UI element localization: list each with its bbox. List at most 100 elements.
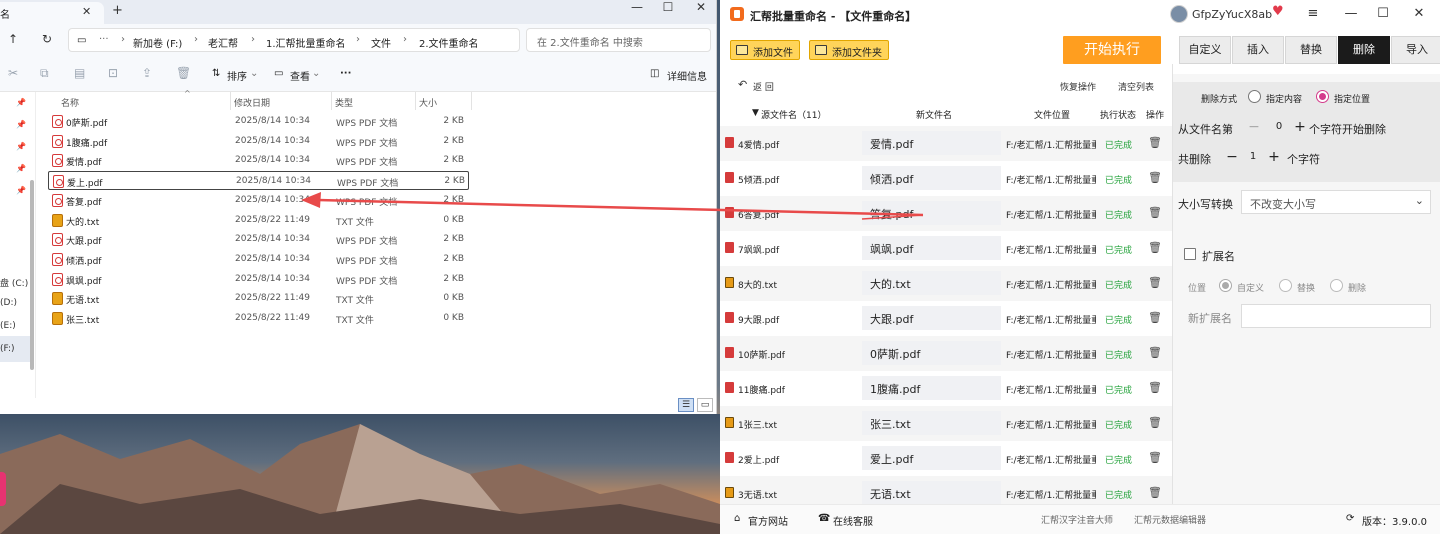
start-position-value[interactable]: 0 <box>1269 121 1289 132</box>
breadcrumb-file-rename[interactable]: 2.文件重命名 <box>419 35 479 50</box>
increment-icon[interactable]: + <box>1267 148 1281 166</box>
details-button[interactable]: 详细信息 <box>667 68 707 83</box>
breadcrumb-files[interactable]: 文件 <box>371 35 391 50</box>
table-row[interactable]: 1腹痛.pdf 2025/8/14 10:34 WPS PDF 文档 2 KB <box>48 132 469 151</box>
nav-scrollbar[interactable] <box>30 180 34 370</box>
radio-specify-position[interactable] <box>1316 90 1329 103</box>
share-icon[interactable]: ⇪ <box>142 66 152 80</box>
explorer-tab[interactable]: 名 ✕ <box>0 2 104 24</box>
extension-checkbox[interactable] <box>1184 248 1196 260</box>
table-row[interactable]: 倾洒.pdf 2025/8/14 10:34 WPS PDF 文档 2 KB <box>48 250 469 269</box>
table-row[interactable]: 6答复.pdf 答复.pdf F:/老汇帮/1.汇帮批量重 已完成 🗑 <box>720 196 1172 231</box>
trash-icon[interactable]: 🗑 <box>1148 381 1162 394</box>
nav-drive-e[interactable]: (E:) <box>0 321 16 331</box>
desktop-app-icon[interactable] <box>0 472 6 506</box>
table-row[interactable]: 无语.txt 2025/8/22 11:49 TXT 文件 0 KB <box>48 289 469 308</box>
trash-icon[interactable]: 🗑 <box>1148 276 1162 289</box>
cut-icon[interactable]: ✂ <box>8 66 18 80</box>
close-window-icon[interactable]: ✕ <box>686 0 716 14</box>
column-divider[interactable] <box>331 92 332 110</box>
column-divider[interactable] <box>471 92 472 110</box>
trash-icon[interactable]: 🗑 <box>1148 206 1162 219</box>
tab-delete[interactable]: 删除 <box>1338 36 1390 64</box>
avatar[interactable] <box>1170 5 1188 23</box>
radio-ext-replace[interactable] <box>1279 279 1292 292</box>
table-row[interactable]: 1张三.txt 张三.txt F:/老汇帮/1.汇帮批量重 已完成 🗑 <box>720 406 1172 441</box>
column-source-name[interactable]: 源文件名（11） <box>761 108 826 121</box>
trash-icon[interactable]: 🗑 <box>1148 136 1162 149</box>
new-tab-icon[interactable]: + <box>112 3 123 18</box>
table-row[interactable]: 答复.pdf 2025/8/14 10:34 WPS PDF 文档 2 KB <box>48 191 469 210</box>
table-row[interactable]: 爱情.pdf 2025/8/14 10:34 WPS PDF 文档 2 KB <box>48 151 469 170</box>
minimize-icon[interactable]: — <box>622 0 652 14</box>
tab-replace[interactable]: 替换 <box>1285 36 1337 64</box>
rename-icon[interactable]: ⊡ <box>108 66 118 80</box>
copy-icon[interactable]: ⧉ <box>40 66 49 81</box>
minimize-icon[interactable]: — <box>1340 6 1362 21</box>
trash-icon[interactable]: 🗑 <box>1148 486 1162 499</box>
view-button[interactable]: 查看 <box>290 68 310 83</box>
more-options-button[interactable]: ··· <box>340 68 351 79</box>
table-row[interactable]: 4爱情.pdf 爱情.pdf F:/老汇帮/1.汇帮批量重 已完成 🗑 <box>720 126 1172 161</box>
column-divider[interactable] <box>230 92 231 110</box>
maximize-icon[interactable]: ☐ <box>653 0 683 14</box>
address-bar[interactable]: ▭ ··· › 新加卷 (F:) › 老汇帮 › 1.汇帮批量重命名 › 文件 … <box>68 28 520 52</box>
column-name[interactable]: 名称 <box>61 96 79 109</box>
back-icon[interactable]: ↶ <box>738 78 747 91</box>
table-row[interactable]: 飒飒.pdf 2025/8/14 10:34 WPS PDF 文档 2 KB <box>48 270 469 289</box>
radio-ext-custom[interactable] <box>1219 279 1232 292</box>
decrement-icon[interactable]: − <box>1225 148 1239 166</box>
refresh-icon[interactable]: ↻ <box>42 32 52 46</box>
clear-list-button[interactable]: 清空列表 <box>1118 80 1154 93</box>
back-button[interactable]: 返 回 <box>753 80 774 93</box>
trash-icon[interactable]: 🗑 <box>1148 451 1162 464</box>
paste-icon[interactable]: ▤ <box>74 66 85 80</box>
table-row[interactable]: 0萨斯.pdf 2025/8/14 10:34 WPS PDF 文档 2 KB <box>48 112 469 131</box>
table-row[interactable]: 2爱上.pdf 爱上.pdf F:/老汇帮/1.汇帮批量重 已完成 🗑 <box>720 441 1172 476</box>
table-row[interactable]: 9大跟.pdf 大跟.pdf F:/老汇帮/1.汇帮批量重 已完成 🗑 <box>720 301 1172 336</box>
close-window-icon[interactable]: ✕ <box>1408 6 1430 21</box>
ellipsis-icon[interactable]: ··· <box>99 34 109 45</box>
trash-icon[interactable]: 🗑 <box>1148 171 1162 184</box>
start-execute-button[interactable]: 开始执行 <box>1063 36 1161 64</box>
trash-icon[interactable]: 🗑 <box>1148 311 1162 324</box>
nav-drive-f[interactable]: (F:) <box>0 344 15 354</box>
tiles-view-icon[interactable]: ▭ <box>697 398 713 412</box>
delete-count-stepper[interactable]: − 1 + <box>1225 148 1293 168</box>
add-folder-button[interactable]: 添加文件夹 <box>809 40 889 60</box>
details-view-icon[interactable]: ☰ <box>678 398 694 412</box>
table-row[interactable]: 10萨斯.pdf 0萨斯.pdf F:/老汇帮/1.汇帮批量重 已完成 🗑 <box>720 336 1172 371</box>
close-tab-icon[interactable]: ✕ <box>82 5 91 18</box>
increment-icon[interactable]: + <box>1293 118 1307 136</box>
breadcrumb-drive[interactable]: 新加卷 (F:) <box>133 35 182 50</box>
radio-ext-delete[interactable] <box>1330 279 1343 292</box>
delete-count-value[interactable]: 1 <box>1243 151 1263 162</box>
nav-drive-d[interactable]: (D:) <box>0 298 17 308</box>
pinyin-tool-link[interactable]: 汇帮汉字注音大师 <box>1041 513 1113 526</box>
delete-icon[interactable]: 🗑 <box>176 66 191 80</box>
trash-icon[interactable]: 🗑 <box>1148 416 1162 429</box>
breadcrumb-rename-tool[interactable]: 1.汇帮批量重命名 <box>266 35 346 50</box>
column-type[interactable]: 类型 <box>335 96 353 109</box>
online-service-link[interactable]: 在线客服 <box>833 513 873 528</box>
tab-insert[interactable]: 插入 <box>1232 36 1284 64</box>
tab-import[interactable]: 导入 <box>1391 36 1440 64</box>
decrement-icon[interactable]: − <box>1247 118 1261 136</box>
metadata-tool-link[interactable]: 汇帮元数据编辑器 <box>1134 513 1206 526</box>
table-row[interactable]: 张三.txt 2025/8/22 11:49 TXT 文件 0 KB <box>48 309 469 328</box>
case-conversion-select[interactable]: 不改变大小写 ⌄ <box>1241 190 1431 214</box>
maximize-icon[interactable]: ☐ <box>1372 6 1394 21</box>
table-row[interactable]: 爱上.pdf 2025/8/14 10:34 WPS PDF 文档 2 KB <box>48 171 469 191</box>
search-input[interactable]: 在 2.文件重命名 中搜索 <box>526 28 711 52</box>
radio-specify-content[interactable] <box>1248 90 1261 103</box>
official-site-link[interactable]: 官方网站 <box>748 513 788 528</box>
trash-icon[interactable]: 🗑 <box>1148 241 1162 254</box>
table-row[interactable]: 大跟.pdf 2025/8/14 10:34 WPS PDF 文档 2 KB <box>48 230 469 249</box>
table-row[interactable]: 8大的.txt 大的.txt F:/老汇帮/1.汇帮批量重 已完成 🗑 <box>720 266 1172 301</box>
sort-button[interactable]: 排序 <box>227 68 247 83</box>
menu-icon[interactable]: ≡ <box>1302 6 1324 21</box>
trash-icon[interactable]: 🗑 <box>1148 346 1162 359</box>
tab-custom[interactable]: 自定义 <box>1179 36 1231 64</box>
add-file-button[interactable]: 添加文件 <box>730 40 800 60</box>
table-row[interactable]: 大的.txt 2025/8/22 11:49 TXT 文件 0 KB <box>48 211 469 230</box>
